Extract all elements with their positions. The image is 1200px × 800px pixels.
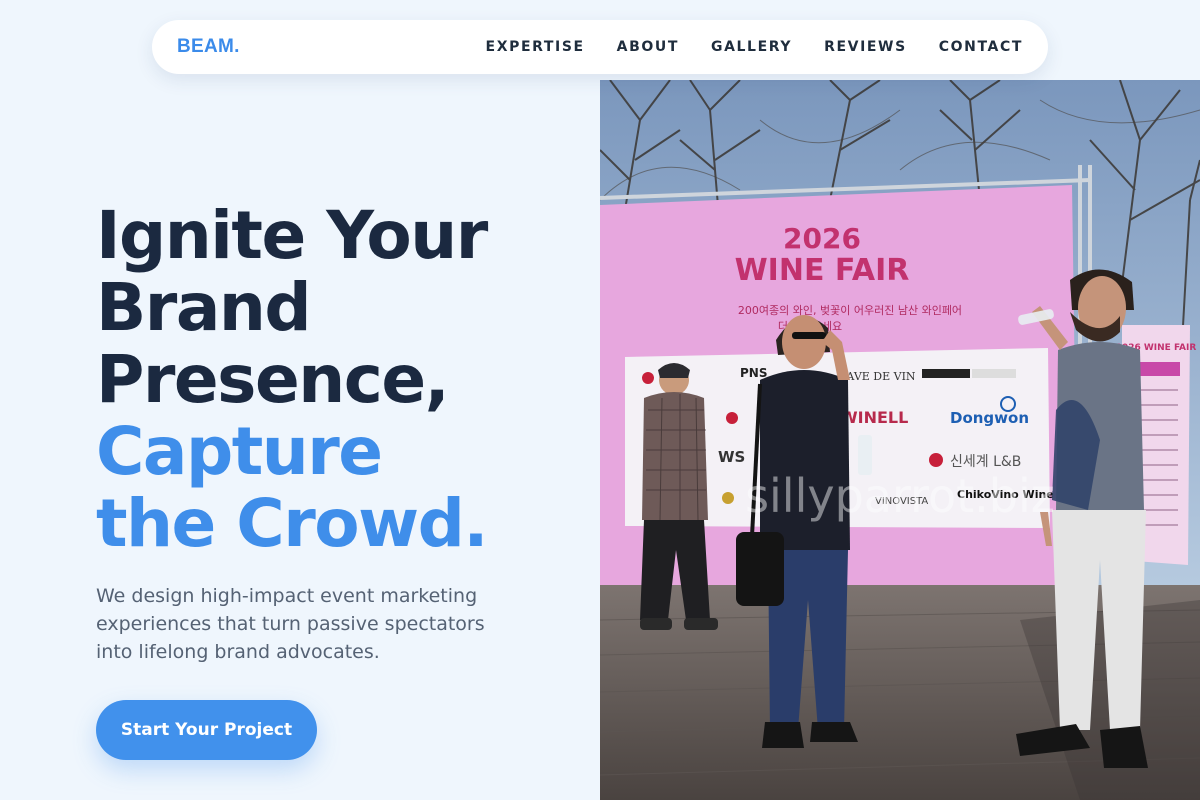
sponsor-logo: Dongwon — [950, 409, 1029, 427]
hero-photo: 2026 WINE FAIR 200여종의 와인, 벚꽃이 어우러진 남산 와인… — [600, 80, 1200, 800]
photo-watermark: sillyparrot.biz — [745, 469, 1055, 523]
nav-link-about[interactable]: ABOUT — [617, 39, 679, 55]
headline-accent-line: the Crowd. — [96, 485, 488, 562]
start-project-button[interactable]: Start Your Project — [96, 700, 317, 760]
headline-line: Ignite Your — [96, 197, 488, 274]
headline-line: Brand — [96, 269, 312, 346]
landing-page: BEAM. EXPERTISE ABOUT GALLERY REVIEWS CO… — [0, 0, 1200, 800]
hero-subcopy: We design high-impact event marketing ex… — [96, 585, 485, 663]
headline-accent-line: Capture — [96, 413, 383, 490]
nav-links: EXPERTISE ABOUT GALLERY REVIEWS CONTACT — [454, 39, 1023, 55]
sponsor-logo: PNS — [740, 366, 767, 380]
wine-fair-photo: 2026 WINE FAIR 200여종의 와인, 벚꽃이 어우러진 남산 와인… — [600, 80, 1200, 800]
nav-link-reviews[interactable]: REVIEWS — [824, 39, 907, 55]
sponsor-logo: CAVE DE VIN — [838, 370, 916, 383]
nav-link-contact[interactable]: CONTACT — [939, 39, 1023, 55]
sponsor-logo: WINELL — [840, 408, 908, 427]
hero-text: Ignite Your Brand Presence, Capture the … — [96, 200, 576, 666]
nav-link-expertise[interactable]: EXPERTISE — [486, 39, 585, 55]
shoulder-bag — [736, 532, 784, 606]
sponsor-logo: WS — [718, 448, 745, 466]
sponsor-logo: 신세계 L&B — [950, 454, 1021, 470]
banner-year: 2026 — [783, 222, 861, 255]
banner-title: WINE FAIR — [735, 253, 910, 288]
brand-logo[interactable]: BEAM. — [177, 36, 240, 58]
headline-line: Presence, — [96, 341, 450, 418]
nav-link-gallery[interactable]: GALLERY — [711, 39, 792, 55]
hero-headline: Ignite Your Brand Presence, Capture the … — [96, 200, 576, 560]
banner-korean-line1: 200여종의 와인, 벚꽃이 어우러진 남산 와인페어 — [738, 304, 962, 317]
top-navbar: BEAM. EXPERTISE ABOUT GALLERY REVIEWS CO… — [152, 20, 1048, 74]
